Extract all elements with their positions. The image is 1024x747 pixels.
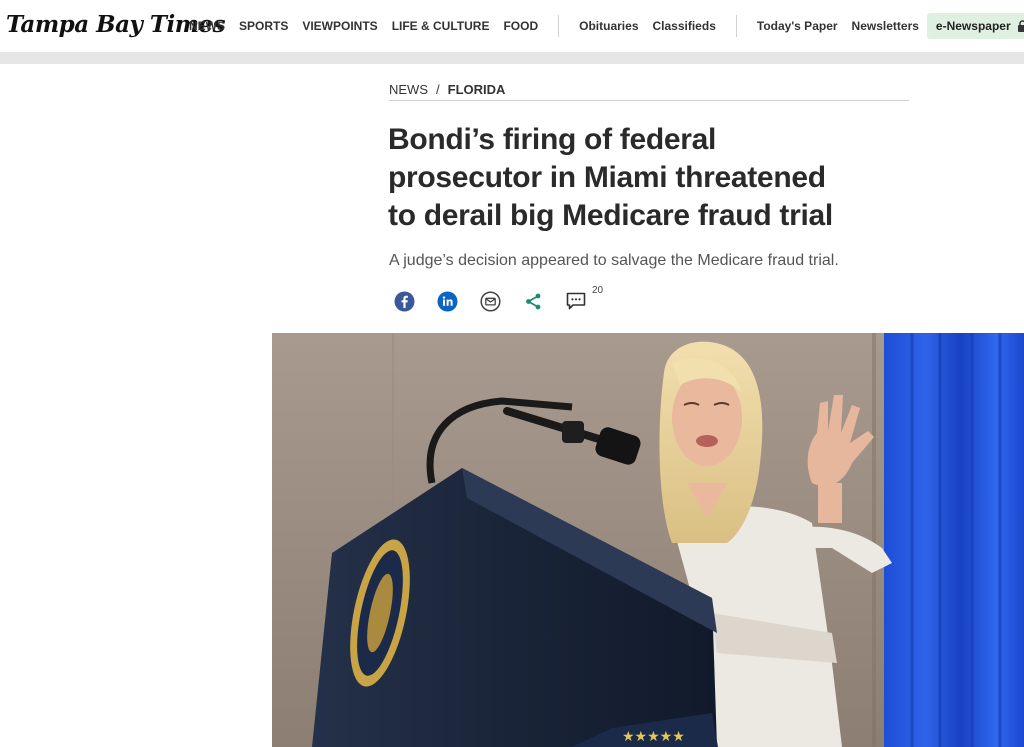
share-toolbar xyxy=(393,288,608,314)
nav-divider xyxy=(735,15,737,37)
nav-item-life-culture[interactable]: LIFE & CULTURE xyxy=(392,19,490,33)
share-button[interactable] xyxy=(522,290,544,312)
lock-icon xyxy=(1017,20,1024,32)
comment-icon xyxy=(566,292,586,310)
facebook-share-button[interactable] xyxy=(393,290,415,312)
breadcrumb-separator: / xyxy=(436,82,440,97)
enewspaper-button[interactable]: e-Newspaper xyxy=(926,13,1024,39)
comment-count[interactable]: 20 xyxy=(592,285,603,296)
nav-item-classifieds[interactable]: Classifieds xyxy=(653,19,716,33)
enewspaper-label: e-Newspaper xyxy=(935,19,1011,33)
nav-item-newsletters[interactable]: Newsletters xyxy=(852,19,919,33)
article-dek: A judge’s decision appeared to salvage t… xyxy=(389,252,839,269)
nav-item-news[interactable]: NEWS xyxy=(189,19,225,33)
email-icon xyxy=(479,290,501,312)
share-icon xyxy=(525,293,540,309)
linkedin-icon xyxy=(437,291,457,311)
nav-links: NEWS SPORTS VIEWPOINTS LIFE & CULTURE FO… xyxy=(189,13,1024,39)
lead-photo[interactable]: ★★★★★ xyxy=(272,333,1024,747)
nav-item-sports[interactable]: SPORTS xyxy=(239,19,288,33)
header-divider-band xyxy=(0,52,1024,64)
article-headline: Bondi’s firing of federal prosecutor in … xyxy=(388,123,833,232)
email-share-button[interactable] xyxy=(479,290,501,312)
svg-text:★★★★★: ★★★★★ xyxy=(622,729,685,745)
nav-item-food[interactable]: FOOD xyxy=(503,19,538,33)
nav-divider xyxy=(558,15,560,37)
nav-item-viewpoints[interactable]: VIEWPOINTS xyxy=(302,19,377,33)
top-navigation: Tampa Bay Times NEWS SPORTS VIEWPOINTS L… xyxy=(0,0,1024,52)
breadcrumb-subsection[interactable]: FLORIDA xyxy=(448,82,506,97)
breadcrumb-section[interactable]: NEWS xyxy=(389,82,428,97)
facebook-icon xyxy=(394,291,414,311)
nav-item-todays-paper[interactable]: Today's Paper xyxy=(757,19,838,33)
linkedin-share-button[interactable] xyxy=(436,290,458,312)
comments-button[interactable] xyxy=(565,290,587,312)
breadcrumb: NEWS / FLORIDA xyxy=(389,82,909,101)
nav-item-obituaries[interactable]: Obituaries xyxy=(579,19,638,33)
